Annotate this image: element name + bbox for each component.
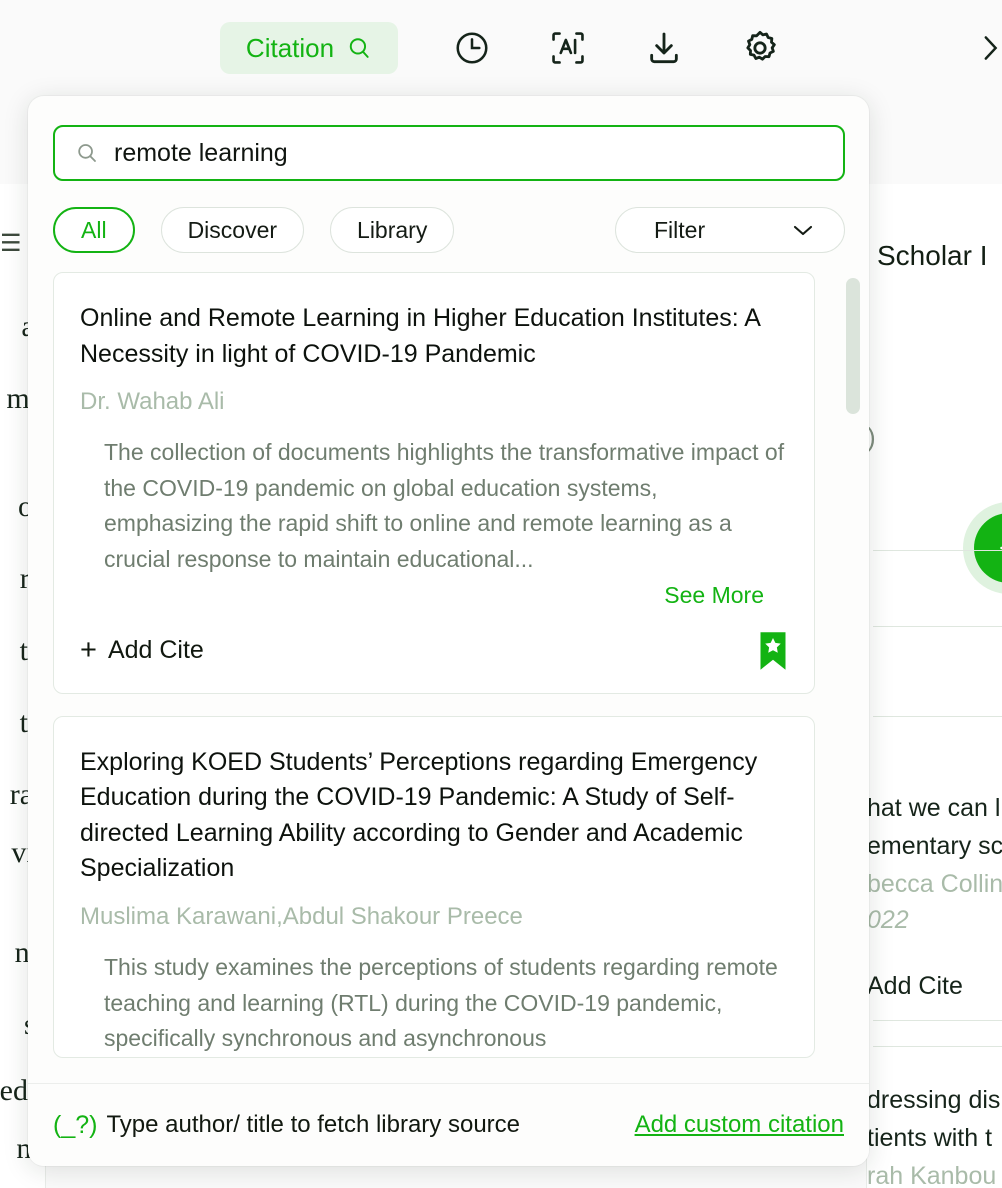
divider [873,626,1002,627]
bg-add-cite-button[interactable]: Add Cite [867,972,963,1001]
app-root: ☰ al ma or re to to rar vit na s, edu ns… [0,0,1002,1188]
result-abstract: This study examines the perceptions of s… [104,953,778,1052]
results-scrollbar-track[interactable] [846,278,860,1158]
ai-icon [552,32,584,64]
search-input-value: remote learning [114,138,288,167]
top-toolbar: Citation [0,0,1002,96]
scholar-fab-inner [974,513,1002,583]
see-more-row: See More [80,582,764,609]
ai-detect-button[interactable] [546,26,590,70]
tab-all-label: All [81,216,107,243]
scholar-fab-button[interactable] [963,502,1002,594]
scholar-panel-title: Scholar I [877,240,988,271]
result-card[interactable]: Exploring KOED Students’ Perceptions reg… [53,715,815,1058]
tab-discover[interactable]: Discover [160,207,305,253]
result-title: Online and Remote Learning in Higher Edu… [80,304,760,368]
search-input[interactable]: remote learning [53,125,845,181]
chevron-icon [984,36,998,60]
search-icon [78,144,96,162]
tab-library-label: Library [357,216,428,243]
download-button[interactable] [642,26,686,70]
result-card[interactable]: Online and Remote Learning in Higher Edu… [53,272,815,694]
hint-icon: (_?) [53,1110,98,1139]
citation-tool-button[interactable]: Citation [219,22,399,74]
history-clock-button[interactable] [450,26,494,70]
background-scholar-panel: Scholar I ) hat we can l ementary sc bec… [866,184,1002,1188]
results-scrollbar-thumb[interactable] [846,278,860,414]
bookmark-star-icon[interactable] [758,632,788,670]
add-cite-button[interactable]: + Add Cite [80,636,204,665]
tab-discover-label: Discover [187,216,278,243]
bg-entry-authors: rah Kanbou [867,1162,997,1188]
dialog-footer: (_?) Type author/ title to fetch library… [28,1083,869,1166]
tab-all[interactable]: All [53,207,135,253]
citation-search-dialog: remote learning All Discover Library Fil… [28,96,869,1166]
add-custom-citation-link[interactable]: Add custom citation [635,1113,844,1137]
result-footer: + Add Cite [80,609,788,693]
more-options-button[interactable] [968,26,1002,70]
chevron-down-icon [793,225,813,236]
bg-entry-title: hat we can l [867,794,1001,822]
result-authors: Muslima Karawani,Abdul Shakour Preece [80,902,523,930]
clock-icon [456,32,488,64]
result-authors: Dr. Wahab Ali [80,388,225,415]
result-title: Exploring KOED Students’ Perceptions reg… [80,747,758,883]
see-more-link[interactable]: See More [664,582,764,608]
bg-entry-title: dressing dis [867,1086,1001,1114]
footer-hint-text: Type author/ title to fetch library sour… [106,1111,520,1138]
citation-label: Citation [245,33,335,63]
divider [873,550,1002,551]
plus-icon [1000,546,1002,550]
hamburger-menu-icon[interactable]: ☰ [0,232,28,256]
bg-entry-authors: becca Collin [867,870,1002,898]
divider [873,1020,1002,1021]
tab-library[interactable]: Library [330,207,455,253]
filter-tabs: All Discover Library Filter [53,206,845,254]
settings-button[interactable] [738,26,782,70]
download-icon [650,32,678,64]
bg-entry-title: ementary sc [867,832,1002,860]
bg-entry-title: tients with t [867,1124,993,1152]
filter-label: Filter [654,216,706,243]
bg-entry-year: 022 [867,906,909,934]
filter-dropdown[interactable]: Filter [615,207,845,253]
add-cite-label: Add Cite [107,636,204,665]
divider [873,716,1002,717]
plus-icon: + [80,634,97,667]
result-abstract: The collection of documents highlights t… [104,439,785,573]
search-icon [349,38,369,58]
results-list[interactable]: Online and Remote Learning in Higher Edu… [53,272,869,1164]
gear-icon [746,30,776,61]
divider [873,1046,1002,1047]
